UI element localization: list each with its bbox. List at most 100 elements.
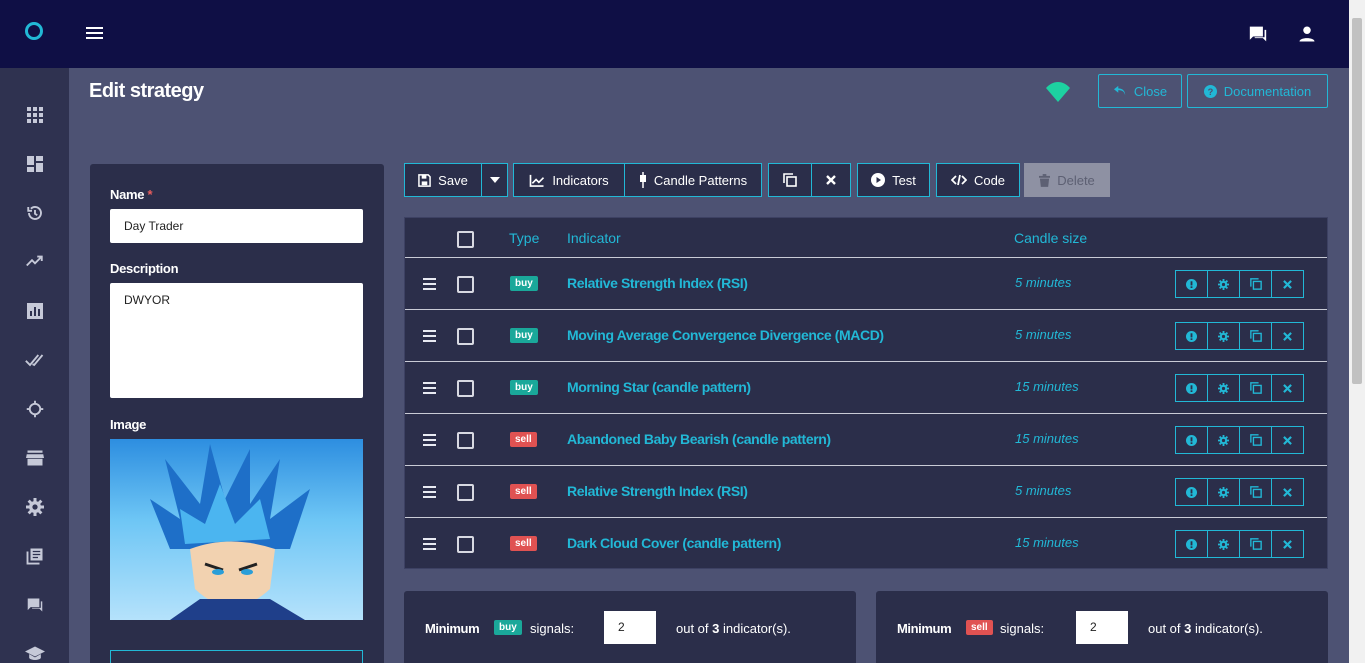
info-button[interactable] <box>1175 530 1208 558</box>
settings-button[interactable] <box>1207 426 1240 454</box>
drag-handle-icon[interactable] <box>423 538 436 553</box>
description-textarea[interactable]: DWYOR <box>110 283 363 398</box>
drag-handle-icon[interactable] <box>423 434 436 449</box>
indicator-link[interactable]: Dark Cloud Cover (candle pattern) <box>567 535 781 551</box>
settings-button[interactable] <box>1207 374 1240 402</box>
info-button[interactable] <box>1175 426 1208 454</box>
table-row[interactable]: sell Dark Cloud Cover (candle pattern) 15 … <box>405 518 1327 570</box>
delete-label: Delete <box>1057 172 1095 188</box>
copy-icon <box>1249 278 1262 290</box>
remove-row-button[interactable] <box>1271 374 1304 402</box>
indicator-link[interactable]: Relative Strength Index (RSI) <box>567 275 748 291</box>
indicator-link[interactable]: Moving Average Convergence Divergence (M… <box>567 327 884 343</box>
description-label: Description <box>110 261 179 276</box>
gear-icon[interactable] <box>25 497 45 517</box>
double-check-icon[interactable] <box>25 350 45 370</box>
close-button[interactable]: Close <box>1098 74 1182 108</box>
drag-handle-icon[interactable] <box>423 330 436 345</box>
library-books-icon[interactable] <box>25 546 45 566</box>
settings-button[interactable] <box>1207 478 1240 506</box>
settings-button[interactable] <box>1207 270 1240 298</box>
min-buy-signals-input[interactable]: 2 <box>604 611 656 644</box>
duplicate-row-button[interactable] <box>1239 426 1272 454</box>
drag-handle-icon[interactable] <box>423 382 436 397</box>
min-buy-out-of: out of 3 indicator(s). <box>676 621 791 636</box>
remove-row-button[interactable] <box>1271 530 1304 558</box>
indicator-link[interactable]: Morning Star (candle pattern) <box>567 379 751 395</box>
row-checkbox[interactable] <box>457 536 474 553</box>
close-icon <box>826 175 836 185</box>
indicator-link[interactable]: Abandoned Baby Bearish (candle pattern) <box>567 431 831 447</box>
indicators-label: Indicators <box>552 172 609 188</box>
dashboard-icon[interactable] <box>25 154 45 174</box>
duplicate-row-button[interactable] <box>1239 270 1272 298</box>
remove-row-button[interactable] <box>1271 322 1304 350</box>
save-dropdown-button[interactable] <box>481 163 508 197</box>
crosshair-icon[interactable] <box>25 399 45 419</box>
duplicate-row-button[interactable] <box>1239 478 1272 506</box>
table-row[interactable]: buy Morning Star (candle pattern) 15 minut… <box>405 362 1327 414</box>
info-button[interactable] <box>1175 270 1208 298</box>
duplicate-row-button[interactable] <box>1239 322 1272 350</box>
table-row[interactable]: sell Relative Strength Index (RSI) 5 minut… <box>405 466 1327 518</box>
strategy-image[interactable] <box>110 439 363 620</box>
table-row[interactable]: buy Moving Average Convergence Divergence… <box>405 310 1327 362</box>
info-button[interactable] <box>1175 478 1208 506</box>
code-button[interactable]: Code <box>936 163 1020 197</box>
candle-patterns-button[interactable]: Candle Patterns <box>624 163 762 197</box>
apps-grid-icon[interactable] <box>25 105 45 125</box>
bar-chart-icon[interactable] <box>25 301 45 321</box>
image-upload-button[interactable] <box>110 650 363 663</box>
min-buy-signals-card: Minimum buy signals: 2 out of 3 indicato… <box>404 591 856 663</box>
remove-row-button[interactable] <box>1271 426 1304 454</box>
table-row[interactable]: buy Relative Strength Index (RSI) 5 minute… <box>405 258 1327 310</box>
indicator-link[interactable]: Relative Strength Index (RSI) <box>567 483 748 499</box>
gear-icon <box>1218 486 1229 498</box>
drag-handle-icon[interactable] <box>423 486 436 501</box>
candle-size-value: 5 minutes <box>1015 275 1072 290</box>
history-icon[interactable] <box>25 203 45 223</box>
moon-icon[interactable] <box>1196 22 1220 46</box>
line-chart-icon <box>529 174 545 187</box>
drag-handle-icon[interactable] <box>423 278 436 293</box>
type-badge: buy <box>510 328 538 343</box>
duplicate-row-button[interactable] <box>1239 374 1272 402</box>
select-all-checkbox[interactable] <box>457 231 474 248</box>
school-icon[interactable] <box>25 644 45 663</box>
forum-icon[interactable] <box>25 595 45 615</box>
remove-row-button[interactable] <box>1271 270 1304 298</box>
menu-icon[interactable] <box>86 27 103 40</box>
row-checkbox[interactable] <box>457 380 474 397</box>
remove-button[interactable] <box>811 163 851 197</box>
duplicate-row-button[interactable] <box>1239 530 1272 558</box>
test-button[interactable]: Test <box>857 163 930 197</box>
logo-icon[interactable] <box>25 22 43 40</box>
save-button[interactable]: Save <box>404 163 482 197</box>
store-icon[interactable] <box>25 448 45 468</box>
row-actions <box>1175 322 1304 350</box>
remove-row-button[interactable] <box>1271 478 1304 506</box>
trending-up-icon[interactable] <box>25 251 45 271</box>
row-checkbox[interactable] <box>457 432 474 449</box>
row-checkbox[interactable] <box>457 484 474 501</box>
indicators-button[interactable]: Indicators <box>513 163 625 197</box>
documentation-button[interactable]: ? Documentation <box>1187 74 1328 108</box>
code-label: Code <box>973 172 1006 188</box>
scrollbar-thumb[interactable] <box>1352 18 1362 384</box>
delete-button[interactable]: Delete <box>1024 163 1110 197</box>
settings-button[interactable] <box>1207 530 1240 558</box>
main-content: Edit strategy Close ? Documentation Name… <box>69 68 1349 663</box>
row-checkbox[interactable] <box>457 276 474 293</box>
user-icon[interactable] <box>1295 22 1319 46</box>
copy-icon <box>1249 538 1262 550</box>
page-scrollbar[interactable] <box>1349 0 1365 663</box>
chat-icon[interactable] <box>1246 22 1270 46</box>
duplicate-button[interactable] <box>768 163 812 197</box>
info-button[interactable] <box>1175 322 1208 350</box>
name-input[interactable]: Day Trader <box>110 209 363 243</box>
settings-button[interactable] <box>1207 322 1240 350</box>
info-button[interactable] <box>1175 374 1208 402</box>
table-row[interactable]: sell Abandoned Baby Bearish (candle patte… <box>405 414 1327 466</box>
row-checkbox[interactable] <box>457 328 474 345</box>
min-sell-signals-input[interactable]: 2 <box>1076 611 1128 644</box>
